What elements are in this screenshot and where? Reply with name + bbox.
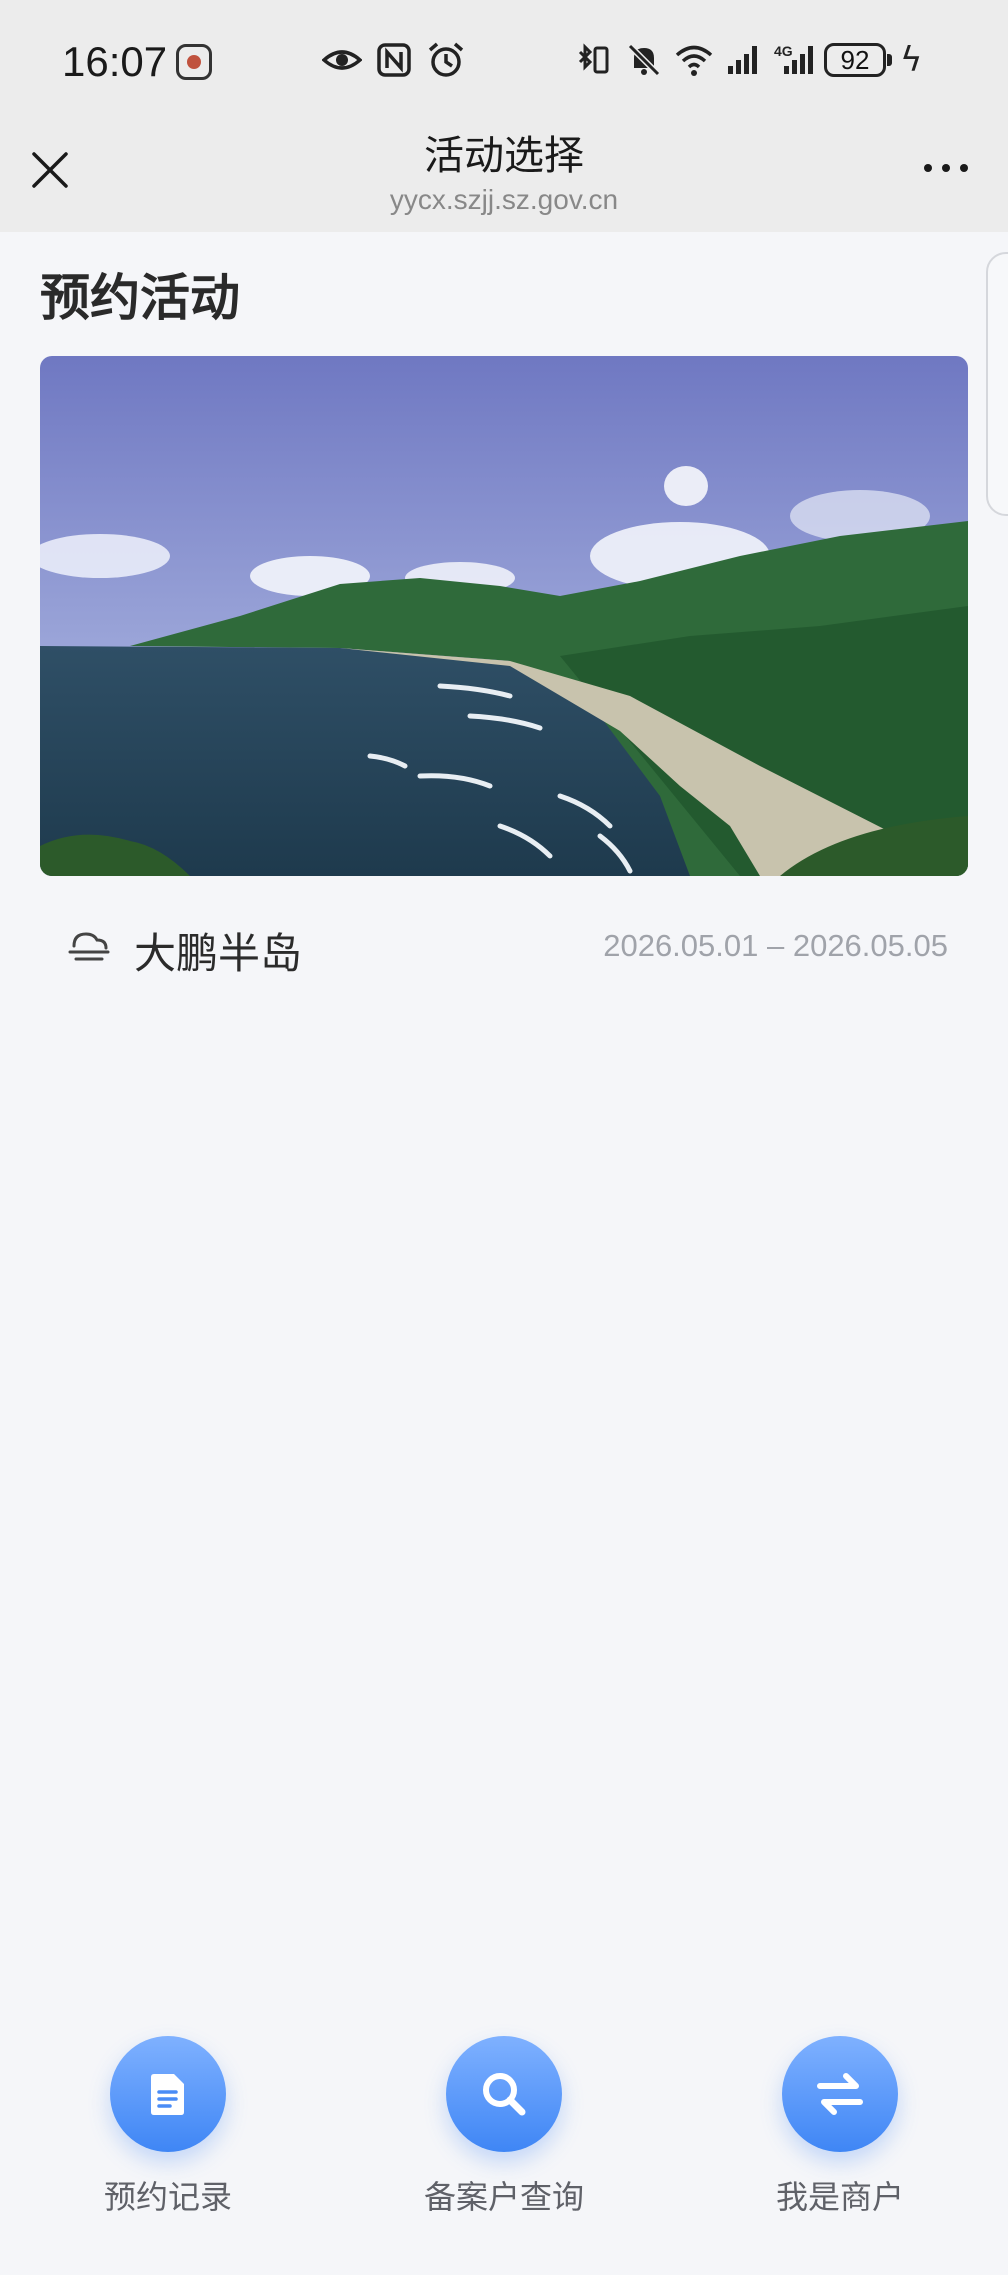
coastal-bay-photo bbox=[40, 356, 968, 876]
activity-image-card[interactable] bbox=[40, 356, 968, 876]
more-dot-icon bbox=[960, 164, 968, 172]
activity-list-item[interactable]: 大鹏半岛 2026.05.01 – 2026.05.05 bbox=[40, 900, 968, 990]
nav-booking-records[interactable]: 预约记录 bbox=[68, 2036, 268, 2218]
more-dot-icon bbox=[942, 164, 950, 172]
signal-icon bbox=[728, 46, 757, 74]
svg-text:4G: 4G bbox=[774, 43, 793, 59]
title-bar: 活动选择 yycx.szjj.sz.gov.cn bbox=[0, 126, 1008, 232]
page-domain: yycx.szjj.sz.gov.cn bbox=[389, 184, 619, 215]
nav-icon-circle[interactable] bbox=[782, 2036, 898, 2152]
nav-label: 预约记录 bbox=[103, 2178, 232, 2216]
mute-bell-icon bbox=[627, 43, 661, 77]
status-bar: 16:07 4G 92 ϟ bbox=[0, 0, 1008, 126]
more-dot-icon bbox=[924, 164, 932, 172]
nav-label: 备案户查询 bbox=[423, 2178, 584, 2216]
swap-icon bbox=[817, 2073, 863, 2115]
activity-name: 大鹏半岛 bbox=[134, 929, 303, 978]
app-notification-icon bbox=[176, 44, 212, 80]
search-icon bbox=[483, 2073, 526, 2116]
page-title: 活动选择 bbox=[424, 133, 584, 179]
status-right-icons: 4G 92 ϟ bbox=[574, 40, 922, 80]
document-icon bbox=[151, 2074, 184, 2115]
side-float-tab[interactable] bbox=[986, 252, 1008, 516]
cloud-sun-icon bbox=[68, 932, 110, 961]
nfc-icon bbox=[377, 43, 411, 77]
status-time: 16:07 bbox=[62, 38, 168, 85]
signal-4g-icon: 4G bbox=[774, 43, 813, 74]
status-center-icons bbox=[322, 40, 466, 80]
section-title: 预约活动 bbox=[40, 269, 240, 327]
bluetooth-vibrate-icon bbox=[578, 43, 609, 74]
charging-icon: ϟ bbox=[900, 40, 923, 80]
more-options-button[interactable] bbox=[924, 164, 968, 172]
wifi-icon bbox=[675, 45, 713, 76]
nav-merchant[interactable]: 我是商户 bbox=[740, 2036, 940, 2218]
nav-label: 我是商户 bbox=[775, 2178, 904, 2216]
nav-icon-circle[interactable] bbox=[110, 2036, 226, 2152]
bottom-nav: 预约记录 备案户查询 我是商户 bbox=[0, 2010, 1008, 2275]
battery-indicator: 92 bbox=[824, 43, 892, 77]
nav-icon-circle[interactable] bbox=[446, 2036, 562, 2152]
activity-date-range: 2026.05.01 – 2026.05.05 bbox=[603, 928, 948, 963]
nav-registry-query[interactable]: 备案户查询 bbox=[404, 2036, 604, 2218]
eye-icon bbox=[322, 50, 362, 70]
alarm-icon bbox=[428, 42, 464, 77]
